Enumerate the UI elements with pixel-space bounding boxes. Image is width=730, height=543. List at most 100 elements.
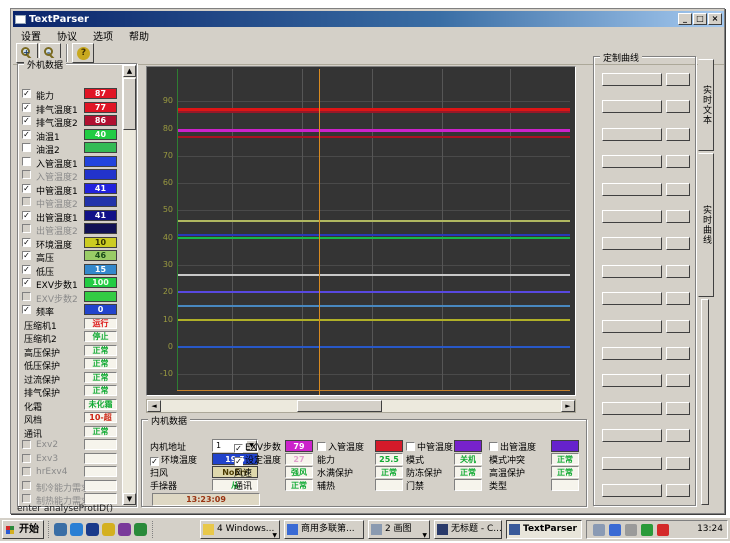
tab-realtime-curve[interactable]: 实时曲线 [698, 153, 714, 297]
custom-curve-value[interactable] [666, 265, 690, 278]
custom-curve-value[interactable] [666, 347, 690, 360]
checkbox-频率[interactable]: ✓ [22, 305, 31, 314]
checkbox-制热能力需求[interactable] [22, 494, 31, 503]
chart-hscrollbar[interactable]: ◄ ► [146, 399, 576, 413]
tab-realtime-text[interactable]: 实时文本 [698, 59, 714, 151]
custom-curve-value[interactable] [666, 100, 690, 113]
checkbox-中管温度2[interactable] [22, 197, 31, 206]
custom-curve-field[interactable] [602, 265, 662, 278]
printer-icon[interactable] [593, 524, 605, 536]
browser-icon[interactable] [54, 523, 67, 536]
custom-curve-field[interactable] [602, 374, 662, 387]
custom-curve-value[interactable] [666, 155, 690, 168]
custom-curve-value[interactable] [666, 484, 690, 497]
custom-curve-value[interactable] [666, 210, 690, 223]
messenger-icon[interactable] [609, 524, 621, 536]
checkbox-EXV步数[interactable]: ✓ [234, 444, 243, 453]
checkbox-环境温度[interactable]: ✓ [150, 457, 159, 466]
checkbox-能力[interactable]: ✓ [22, 89, 31, 98]
custom-curve-value[interactable] [666, 457, 690, 470]
scroll-up-button[interactable]: ▲ [123, 65, 136, 77]
minimize-button[interactable]: _ [678, 13, 692, 25]
custom-curve-field[interactable] [602, 100, 662, 113]
tasks-icon[interactable] [134, 523, 147, 536]
custom-curve-field[interactable] [602, 155, 662, 168]
menu-item-2[interactable]: 选项 [85, 28, 121, 43]
menu-item-3[interactable]: 帮助 [121, 28, 157, 43]
custom-curve-value[interactable] [666, 429, 690, 442]
taskbar-button-1[interactable]: 4 Windows...▼ [200, 520, 280, 539]
mail-icon[interactable] [70, 523, 83, 536]
menu-item-0[interactable]: 设置 [13, 28, 49, 43]
checkbox-中管温度[interactable] [406, 442, 415, 451]
checkbox-入管温度[interactable] [317, 442, 326, 451]
custom-curve-value[interactable] [666, 237, 690, 250]
custom-curve-value[interactable] [666, 128, 690, 141]
checkbox-hrExv4[interactable] [22, 467, 31, 476]
checkbox-设定温度[interactable]: ✓ [234, 457, 243, 466]
checkbox-出管温度[interactable] [489, 442, 498, 451]
taskbar-button-2[interactable]: 商用多联第... [284, 520, 364, 539]
custom-curve-field[interactable] [602, 402, 662, 415]
checkbox-EXV步数2[interactable] [22, 292, 31, 301]
outdoor-value-box [84, 466, 117, 477]
close-button[interactable]: × [708, 13, 722, 25]
custom-curve-field[interactable] [602, 210, 662, 223]
custom-curve-field[interactable] [602, 237, 662, 250]
custom-curve-value[interactable] [666, 292, 690, 305]
checkbox-EXV步数1[interactable]: ✓ [22, 278, 31, 287]
taskbar-button-3[interactable]: 2 画图▼ [368, 520, 430, 539]
checkbox-入管温度2[interactable] [22, 170, 31, 179]
checkbox-入管温度1[interactable] [22, 157, 31, 166]
checkbox-排气温度2[interactable]: ✓ [22, 116, 31, 125]
time-cursor[interactable] [319, 69, 320, 396]
hscroll-right-button[interactable]: ► [561, 400, 575, 412]
custom-curve-value[interactable] [666, 374, 690, 387]
custom-curve-field[interactable] [602, 429, 662, 442]
checkbox-制冷能力需求[interactable] [22, 481, 31, 490]
outdoor-scrollbar[interactable]: ▲ ▼ [122, 65, 135, 505]
notes-icon[interactable] [102, 523, 115, 536]
checkbox-Exv2[interactable] [22, 440, 31, 449]
start-button[interactable]: 开始 [2, 520, 44, 539]
scroll-down-button[interactable]: ▼ [123, 493, 136, 505]
checkbox-排气温度1[interactable]: ✓ [22, 103, 31, 112]
checkbox-出管温度2[interactable] [22, 224, 31, 233]
checkbox-环境温度[interactable]: ✓ [22, 238, 31, 247]
hscroll-left-button[interactable]: ◄ [147, 400, 161, 412]
checkbox-中管温度1[interactable]: ✓ [22, 184, 31, 193]
download-icon[interactable] [657, 524, 669, 536]
custom-curve-value[interactable] [666, 183, 690, 196]
outdoor-row: ✓低压15 [20, 264, 121, 277]
outdoor-label: 中管温度2 [36, 197, 78, 210]
custom-curve-field[interactable] [602, 484, 662, 497]
custom-curve-value[interactable] [666, 320, 690, 333]
maximize-button[interactable]: □ [693, 13, 707, 25]
custom-curve-field[interactable] [602, 183, 662, 196]
checkbox-出管温度1[interactable]: ✓ [22, 211, 31, 220]
checkbox-Exv3[interactable] [22, 454, 31, 463]
hscroll-thumb[interactable] [297, 400, 382, 412]
custom-curve-field[interactable] [602, 292, 662, 305]
checkbox-高压[interactable]: ✓ [22, 251, 31, 260]
scroll-thumb[interactable] [123, 78, 136, 130]
title-bar[interactable]: TextParser _ □ × [13, 11, 724, 27]
antivirus-icon[interactable] [641, 524, 653, 536]
custom-curve-field[interactable] [602, 457, 662, 470]
custom-curve-field[interactable] [602, 347, 662, 360]
checkbox-油温1[interactable]: ✓ [22, 130, 31, 139]
key-icon[interactable] [118, 523, 131, 536]
taskbar-button-5[interactable]: TextParser [506, 520, 582, 539]
checkbox-低压[interactable]: ✓ [22, 265, 31, 274]
menu-item-1[interactable]: 协议 [49, 28, 85, 43]
update-icon[interactable] [625, 524, 637, 536]
taskbar-button-4[interactable]: 无标题 - C... [434, 520, 502, 539]
custom-curve-value[interactable] [666, 402, 690, 415]
globe-icon[interactable] [86, 523, 99, 536]
custom-curve-value[interactable] [666, 73, 690, 86]
custom-curve-field[interactable] [602, 128, 662, 141]
custom-curve-field[interactable] [602, 73, 662, 86]
custom-curve-field[interactable] [602, 320, 662, 333]
help-button[interactable]: ? [72, 43, 94, 63]
checkbox-油温2[interactable] [22, 143, 31, 152]
